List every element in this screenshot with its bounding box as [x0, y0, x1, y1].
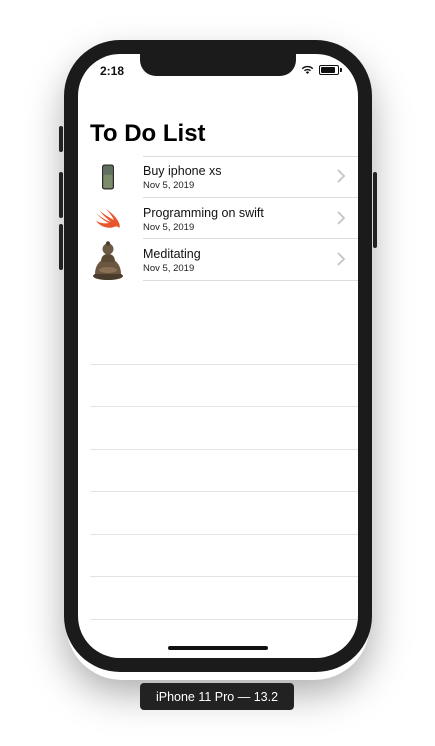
item-date: Nov 5, 2019 — [143, 263, 195, 274]
todo-list: Buy iphone xs Nov 5, 2019 Programming on… — [78, 156, 358, 281]
power-button — [373, 172, 377, 248]
chevron-right-icon — [337, 210, 346, 225]
volume-up-button — [59, 172, 63, 218]
empty-row-line — [90, 535, 358, 577]
empty-row-line — [90, 620, 358, 659]
row-separator — [143, 279, 358, 281]
buddha-statue-icon — [90, 241, 126, 280]
page-title: To Do List — [90, 120, 206, 147]
volume-down-button — [59, 224, 63, 270]
empty-row-line — [90, 365, 358, 407]
list-item[interactable]: Programming on swift Nov 5, 2019 — [78, 198, 358, 239]
wifi-icon — [301, 65, 314, 74]
home-indicator[interactable] — [168, 646, 268, 650]
chevron-right-icon — [337, 169, 346, 183]
chevron-right-icon — [337, 252, 346, 266]
silent-switch — [59, 126, 63, 152]
iphone-icon — [90, 160, 126, 194]
item-date: Nov 5, 2019 — [143, 180, 195, 191]
status-icons — [301, 65, 342, 75]
notch — [140, 54, 296, 76]
empty-row-line — [90, 450, 358, 492]
empty-row-line — [90, 322, 358, 365]
list-item[interactable]: Meditating Nov 5, 2019 — [78, 239, 358, 281]
item-title: Meditating — [143, 247, 201, 261]
battery-tip — [340, 68, 342, 72]
empty-row-line — [90, 492, 358, 535]
empty-row-line — [90, 577, 358, 620]
list-item[interactable]: Buy iphone xs Nov 5, 2019 — [78, 156, 358, 198]
swift-logo-icon — [90, 202, 126, 236]
empty-row-line — [90, 407, 358, 450]
device-label: iPhone 11 Pro — 13.2 — [140, 683, 294, 710]
item-date: Nov 5, 2019 — [143, 221, 195, 233]
item-title: Programming on swift — [143, 205, 264, 220]
status-time: 2:18 — [100, 64, 125, 78]
screen: 2:18 To Do List Buy iphone xs Nov 5, 201… — [78, 54, 358, 658]
item-title: Buy iphone xs — [143, 164, 222, 178]
battery-icon — [319, 65, 339, 75]
empty-rows — [90, 322, 358, 658]
